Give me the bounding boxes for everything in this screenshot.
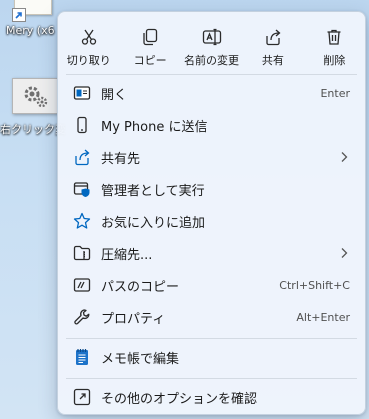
chevron-right-icon — [341, 248, 348, 258]
zip-folder-icon — [73, 245, 91, 261]
context-menu: 切り取り コピー 名前の変更 共有 削除 開く Enter My Phone に… — [57, 11, 366, 415]
rename-icon — [202, 28, 221, 46]
rename-label: 名前の変更 — [184, 54, 240, 67]
menu-item-copy-path[interactable]: パスのコピー Ctrl+Shift+C — [63, 270, 360, 300]
share-icon — [266, 29, 281, 46]
menu-item-send-to-phone[interactable]: My Phone に送信 — [63, 110, 360, 140]
menu-item-label: 圧縮先... — [101, 247, 153, 263]
menu-item-show-more-options[interactable]: その他のオプションを確認 — [63, 382, 360, 412]
menu-item-shortcut: Enter — [320, 86, 350, 100]
menu-item-compress-to[interactable]: 圧縮先... — [63, 238, 360, 268]
chevron-right-icon — [341, 152, 348, 162]
shortcut-arrow-icon — [12, 8, 26, 22]
wrench-icon — [74, 309, 90, 325]
desktop-icon-settings-file[interactable] — [12, 78, 58, 114]
desktop-icon-label: Mery (x6 — [6, 24, 55, 37]
delete-label: 削除 — [323, 54, 346, 67]
share-to-icon — [75, 149, 90, 166]
menu-item-label: My Phone に送信 — [101, 119, 208, 135]
copy-button[interactable]: コピー — [119, 22, 180, 78]
menu-item-add-to-favorites[interactable]: お気に入りに追加 — [63, 206, 360, 236]
star-icon — [73, 212, 91, 229]
menu-item-label: お気に入りに追加 — [101, 215, 206, 231]
menu-item-open[interactable]: 開く Enter — [63, 78, 360, 108]
menu-item-label: その他のオプションを確認 — [101, 391, 258, 407]
menu-item-label: プロパティ — [101, 311, 166, 327]
menu-item-shortcut: Ctrl+Shift+C — [279, 278, 350, 292]
menu-item-run-as-admin[interactable]: 管理者として実行 — [63, 174, 360, 204]
scissors-icon — [81, 29, 96, 45]
open-icon — [73, 86, 91, 100]
menu-item-shortcut: Alt+Enter — [296, 310, 350, 324]
admin-shield-icon — [73, 182, 90, 197]
menu-item-label: 管理者として実行 — [101, 183, 205, 199]
phone-icon — [77, 116, 87, 134]
rename-button[interactable]: 名前の変更 — [181, 22, 242, 78]
trash-icon — [327, 29, 341, 45]
copy-label: コピー — [133, 54, 167, 67]
share-button[interactable]: 共有 — [242, 22, 303, 78]
menu-divider — [66, 74, 357, 75]
menu-item-label: 開く — [101, 87, 128, 103]
quick-actions-bar: 切り取り コピー 名前の変更 共有 削除 — [58, 22, 365, 78]
notepad-icon — [76, 349, 88, 365]
copy-icon — [143, 28, 158, 46]
share-label: 共有 — [261, 54, 284, 67]
cut-label: 切り取り — [66, 54, 111, 67]
menu-item-label: メモ帳で編集 — [101, 351, 180, 367]
menu-item-share-to[interactable]: 共有先 — [63, 142, 360, 172]
more-options-icon — [73, 388, 91, 406]
menu-item-label: 共有先 — [101, 151, 141, 167]
menu-divider — [66, 378, 357, 379]
menu-item-label: パスのコピー — [101, 279, 180, 295]
menu-item-edit-with-notepad[interactable]: メモ帳で編集 — [63, 342, 360, 372]
delete-button[interactable]: 削除 — [304, 22, 365, 78]
gear-icon — [24, 86, 48, 108]
cut-button[interactable]: 切り取り — [58, 22, 119, 78]
copy-path-icon — [73, 278, 91, 292]
menu-item-properties[interactable]: プロパティ Alt+Enter — [63, 302, 360, 332]
menu-divider — [66, 338, 357, 339]
